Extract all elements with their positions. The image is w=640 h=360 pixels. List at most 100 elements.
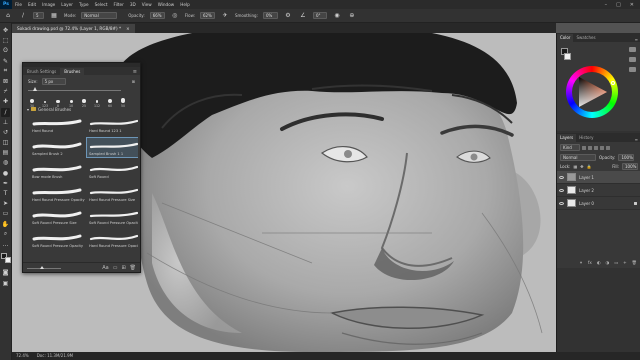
- frame-tool-icon[interactable]: ⊠: [1, 77, 10, 86]
- tab-color[interactable]: Color: [557, 34, 574, 42]
- type-tool-icon[interactable]: T: [1, 189, 10, 198]
- tab-history[interactable]: History: [576, 134, 596, 142]
- smoothing-field[interactable]: 0%: [262, 12, 278, 19]
- size-field[interactable]: 5 px: [41, 78, 66, 85]
- fill-field[interactable]: 100%: [622, 163, 638, 170]
- angle-field[interactable]: 0°: [312, 12, 327, 19]
- color-panel-menu-icon[interactable]: ≡: [635, 37, 640, 42]
- menu-item-edit[interactable]: Edit: [25, 2, 39, 7]
- flow-field[interactable]: 62%: [199, 12, 215, 19]
- kind-filter-select[interactable]: Kind: [560, 144, 580, 151]
- layer-opacity-field[interactable]: 100%: [618, 154, 635, 161]
- stamp-tool-icon[interactable]: ⊥: [1, 118, 10, 127]
- color-panel-swatches[interactable]: [561, 48, 571, 62]
- path-select-tool-icon[interactable]: ➤: [1, 199, 10, 208]
- eye-icon[interactable]: [559, 201, 564, 205]
- airbrush-icon[interactable]: ✈: [220, 11, 230, 21]
- brush-preset-item[interactable]: Hard Round Pressure Opacity: [29, 183, 85, 204]
- symmetry-icon[interactable]: ⊕: [347, 11, 357, 21]
- brush-preset-item[interactable]: Hard Round 123 1: [86, 114, 138, 135]
- screen-mode-icon[interactable]: ▣: [1, 279, 10, 288]
- hand-tool-icon[interactable]: ✋: [1, 220, 10, 229]
- menu-item-filter[interactable]: Filter: [110, 2, 126, 7]
- eraser-tool-icon[interactable]: ◫: [1, 138, 10, 147]
- menu-item-file[interactable]: File: [12, 2, 25, 7]
- filter-shape-icon[interactable]: [600, 145, 604, 150]
- dodge-tool-icon[interactable]: ●: [1, 169, 10, 178]
- lock-pixels-icon[interactable]: ▦: [573, 164, 577, 169]
- layers-panel-menu-icon[interactable]: ≡: [635, 137, 640, 142]
- pressure-size-icon[interactable]: ◉: [332, 11, 342, 21]
- layer-name[interactable]: Layer 2: [579, 188, 594, 193]
- zoom-level[interactable]: 72.4%: [16, 352, 29, 360]
- chevron-down-icon[interactable]: ▾: [27, 107, 29, 112]
- minimize-icon[interactable]: –: [605, 2, 608, 8]
- more-tools-icon[interactable]: …: [1, 240, 10, 249]
- color-mode-button[interactable]: [629, 47, 636, 52]
- lasso-tool-icon[interactable]: ʘ: [1, 46, 10, 55]
- background-color-swatch[interactable]: [4, 257, 11, 264]
- saturation-brightness-triangle[interactable]: [577, 75, 609, 109]
- close-tab-icon[interactable]: ×: [126, 24, 130, 33]
- quick-select-tool-icon[interactable]: ✎: [1, 57, 10, 66]
- move-tool-icon[interactable]: ✥: [1, 26, 10, 35]
- folder-icon[interactable]: ▭: [614, 260, 618, 268]
- menu-item-layer[interactable]: Layer: [58, 2, 76, 7]
- layer-row[interactable]: Layer 0: [557, 197, 640, 210]
- preview-slider-handle[interactable]: [39, 265, 44, 269]
- color-panel-background-swatch[interactable]: [564, 53, 571, 60]
- menu-item-image[interactable]: Image: [39, 2, 58, 7]
- fx-icon[interactable]: fx: [588, 260, 592, 268]
- brush-preset-item[interactable]: Bow mode Brush: [29, 160, 84, 181]
- blur-tool-icon[interactable]: ◍: [1, 158, 10, 167]
- menu-item-view[interactable]: View: [139, 2, 155, 7]
- link-icon[interactable]: ⚭: [579, 260, 583, 268]
- zoom-tool-icon[interactable]: ⌕: [1, 230, 10, 239]
- menu-item-window[interactable]: Window: [155, 2, 178, 7]
- filter-adjustment-icon[interactable]: [588, 145, 592, 150]
- create-brush-icon[interactable]: ⊞: [121, 265, 125, 271]
- brush-preset-item[interactable]: Soft Round: [86, 160, 138, 181]
- brush-preset-item[interactable]: Sampled Brush 2: [29, 137, 84, 158]
- size-slider-handle[interactable]: [33, 87, 38, 91]
- brush-settings-toggle-icon[interactable]: ▦: [49, 11, 59, 21]
- close-window-icon[interactable]: ✕: [630, 2, 634, 8]
- healing-tool-icon[interactable]: ✚: [1, 97, 10, 106]
- layer-row[interactable]: Layer 2: [557, 184, 640, 197]
- brush-preset-item[interactable]: Hard Round: [29, 114, 84, 135]
- preview-size-slider[interactable]: [27, 265, 61, 270]
- opacity-field[interactable]: 66%: [149, 12, 165, 19]
- pen-tool-icon[interactable]: ✒: [1, 179, 10, 188]
- tab-layers[interactable]: Layers: [557, 134, 577, 142]
- panel-menu-icon[interactable]: ≡: [133, 69, 140, 75]
- new-layer-icon[interactable]: +: [623, 260, 627, 268]
- menu-item-type[interactable]: Type: [76, 2, 92, 7]
- brush-preset-item[interactable]: Hard Round Pressure Opacity: [86, 229, 138, 250]
- brush-preset-item[interactable]: Sampled Brush 1 1: [86, 137, 138, 158]
- layer-name[interactable]: Layer 1: [579, 175, 594, 180]
- tab-swatches[interactable]: Swatches: [573, 34, 598, 42]
- color-harmony-button[interactable]: [629, 57, 636, 62]
- brush-size-field[interactable]: 5: [33, 12, 44, 19]
- lock-position-icon[interactable]: ✥: [580, 164, 583, 169]
- filter-pixel-icon[interactable]: [582, 145, 586, 150]
- menu-item-3d[interactable]: 3D: [127, 2, 139, 7]
- eye-icon[interactable]: [559, 175, 564, 179]
- shape-tool-icon[interactable]: ▭: [1, 209, 10, 218]
- hue-handle[interactable]: [611, 81, 615, 85]
- crop-tool-icon[interactable]: ⌗: [1, 67, 10, 76]
- blend-mode-select[interactable]: Normal: [560, 154, 596, 161]
- layer-name[interactable]: Layer 0: [579, 201, 594, 206]
- size-slider[interactable]: [28, 87, 135, 93]
- home-icon[interactable]: ⌂: [3, 11, 13, 21]
- smoothing-options-gear-icon[interactable]: ⚙: [283, 11, 293, 21]
- tab-brushes[interactable]: Brushes: [60, 68, 85, 75]
- lock-all-icon[interactable]: 🔒: [587, 164, 592, 169]
- filter-type-icon[interactable]: [594, 145, 598, 150]
- menu-item-help[interactable]: Help: [177, 2, 193, 7]
- new-brush-icon[interactable]: ⊞: [132, 79, 135, 84]
- color-sliders-button[interactable]: [629, 67, 636, 72]
- delete-brush-icon[interactable]: 🗑: [130, 265, 136, 271]
- filter-smart-object-icon[interactable]: [606, 145, 610, 150]
- trash-icon[interactable]: 🗑: [632, 260, 637, 268]
